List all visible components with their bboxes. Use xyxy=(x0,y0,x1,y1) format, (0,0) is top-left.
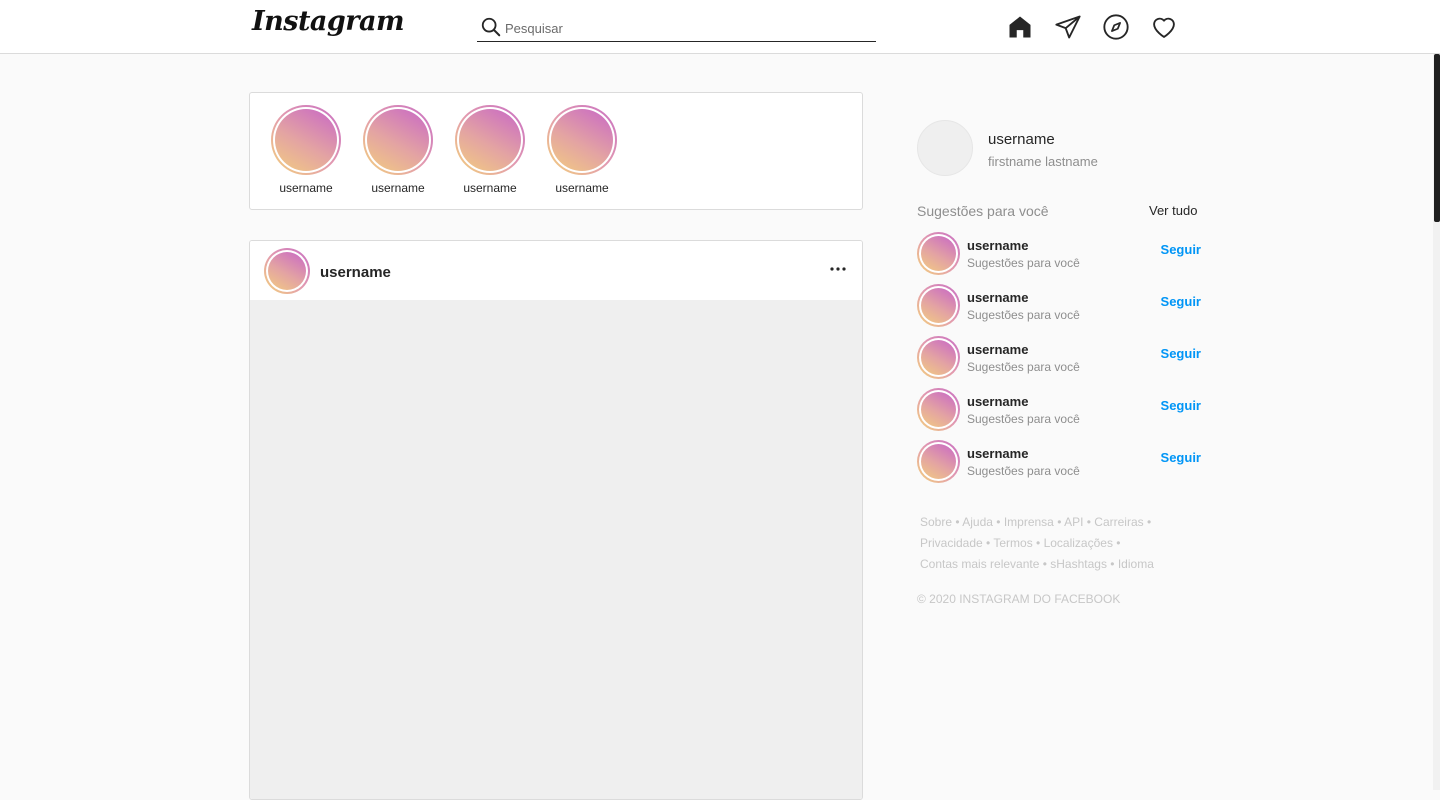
suggestion-username[interactable]: username xyxy=(967,342,1028,357)
suggestion-avatar[interactable] xyxy=(917,440,960,483)
footer-links: Sobre • Ajuda • Imprensa • API • Carreir… xyxy=(920,512,1160,575)
suggestion-subtitle: Sugestões para você xyxy=(967,256,1080,270)
story-avatar xyxy=(271,105,341,175)
footer-link-hashtags[interactable]: sHashtags xyxy=(1050,557,1107,571)
story-avatar xyxy=(547,105,617,175)
story-username: username xyxy=(371,181,425,195)
follow-button[interactable]: Seguir xyxy=(1161,450,1201,465)
suggestion-item: username Sugestões para você Seguir xyxy=(917,388,1201,432)
story-item[interactable]: username xyxy=(542,105,622,195)
footer-link-contas[interactable]: Contas mais relevante xyxy=(920,557,1039,571)
profile-username[interactable]: username xyxy=(988,131,1055,148)
post-author-avatar[interactable] xyxy=(264,248,310,294)
footer-links-row: Sobre • Ajuda • Imprensa • API • Carreir… xyxy=(920,515,1152,529)
instagram-logo[interactable]: Instagram xyxy=(252,6,405,37)
footer-link-ajuda[interactable]: Ajuda xyxy=(962,515,993,529)
see-all-link[interactable]: Ver tudo xyxy=(1149,203,1197,218)
suggestion-item: username Sugestões para você Seguir xyxy=(917,336,1201,380)
footer-link-carreiras[interactable]: Carreiras xyxy=(1094,515,1143,529)
profile-fullname: firstname lastname xyxy=(988,154,1098,169)
footer-link-termos[interactable]: Termos xyxy=(993,536,1032,550)
story-avatar xyxy=(363,105,433,175)
scrollbar-thumb[interactable] xyxy=(1434,54,1440,222)
follow-button[interactable]: Seguir xyxy=(1161,294,1201,309)
story-username: username xyxy=(555,181,609,195)
explore-icon[interactable] xyxy=(1102,13,1130,41)
suggestion-subtitle: Sugestões para você xyxy=(967,412,1080,426)
suggestion-username[interactable]: username xyxy=(967,290,1028,305)
home-icon[interactable] xyxy=(1006,13,1034,41)
footer-link-localizacoes[interactable]: Localizações xyxy=(1044,536,1113,550)
activity-heart-icon[interactable] xyxy=(1150,13,1178,41)
post-header: username xyxy=(250,241,862,300)
top-navigation-bar: Instagram xyxy=(0,0,1440,54)
suggestion-username[interactable]: username xyxy=(967,394,1028,409)
footer-link-imprensa[interactable]: Imprensa xyxy=(1004,515,1054,529)
search-icon xyxy=(481,17,501,37)
suggestion-subtitle: Sugestões para você xyxy=(967,464,1080,478)
search-input[interactable] xyxy=(505,18,865,38)
copyright-text: © 2020 INSTAGRAM DO FACEBOOK xyxy=(917,592,1121,606)
follow-button[interactable]: Seguir xyxy=(1161,398,1201,413)
story-item[interactable]: username xyxy=(266,105,346,195)
story-username: username xyxy=(279,181,333,195)
footer-links-row: Contas mais relevante • sHashtags • Idio… xyxy=(920,557,1154,571)
suggestions-title: Sugestões para você xyxy=(917,203,1049,219)
suggestion-item: username Sugestões para você Seguir xyxy=(917,284,1201,328)
footer-link-idioma[interactable]: Idioma xyxy=(1118,557,1154,571)
suggestion-avatar[interactable] xyxy=(917,336,960,379)
footer-link-sobre[interactable]: Sobre xyxy=(920,515,952,529)
search-bar[interactable] xyxy=(477,12,876,42)
follow-button[interactable]: Seguir xyxy=(1161,242,1201,257)
direct-icon[interactable] xyxy=(1054,13,1082,41)
story-item[interactable]: username xyxy=(358,105,438,195)
suggestion-item: username Sugestões para você Seguir xyxy=(917,440,1201,484)
follow-button[interactable]: Seguir xyxy=(1161,346,1201,361)
suggestion-item: username Sugestões para você Seguir xyxy=(917,232,1201,276)
post-author-username[interactable]: username xyxy=(320,264,391,281)
story-username: username xyxy=(463,181,517,195)
suggestion-subtitle: Sugestões para você xyxy=(967,308,1080,322)
suggestion-username[interactable]: username xyxy=(967,446,1028,461)
suggestion-avatar[interactable] xyxy=(917,284,960,327)
profile-avatar[interactable] xyxy=(917,120,973,176)
stories-tray: username username username username xyxy=(249,92,863,210)
story-avatar xyxy=(455,105,525,175)
suggestion-subtitle: Sugestões para você xyxy=(967,360,1080,374)
suggestion-username[interactable]: username xyxy=(967,238,1028,253)
feed-post: username xyxy=(249,240,863,800)
suggestion-avatar[interactable] xyxy=(917,388,960,431)
footer-link-privacidade[interactable]: Privacidade xyxy=(920,536,983,550)
footer-link-api[interactable]: API xyxy=(1064,515,1083,529)
suggestion-avatar[interactable] xyxy=(917,232,960,275)
footer-links-row: Privacidade • Termos • Localizações • xyxy=(920,536,1121,550)
more-options-icon[interactable] xyxy=(828,261,848,277)
story-item[interactable]: username xyxy=(450,105,530,195)
post-image[interactable] xyxy=(250,300,862,799)
